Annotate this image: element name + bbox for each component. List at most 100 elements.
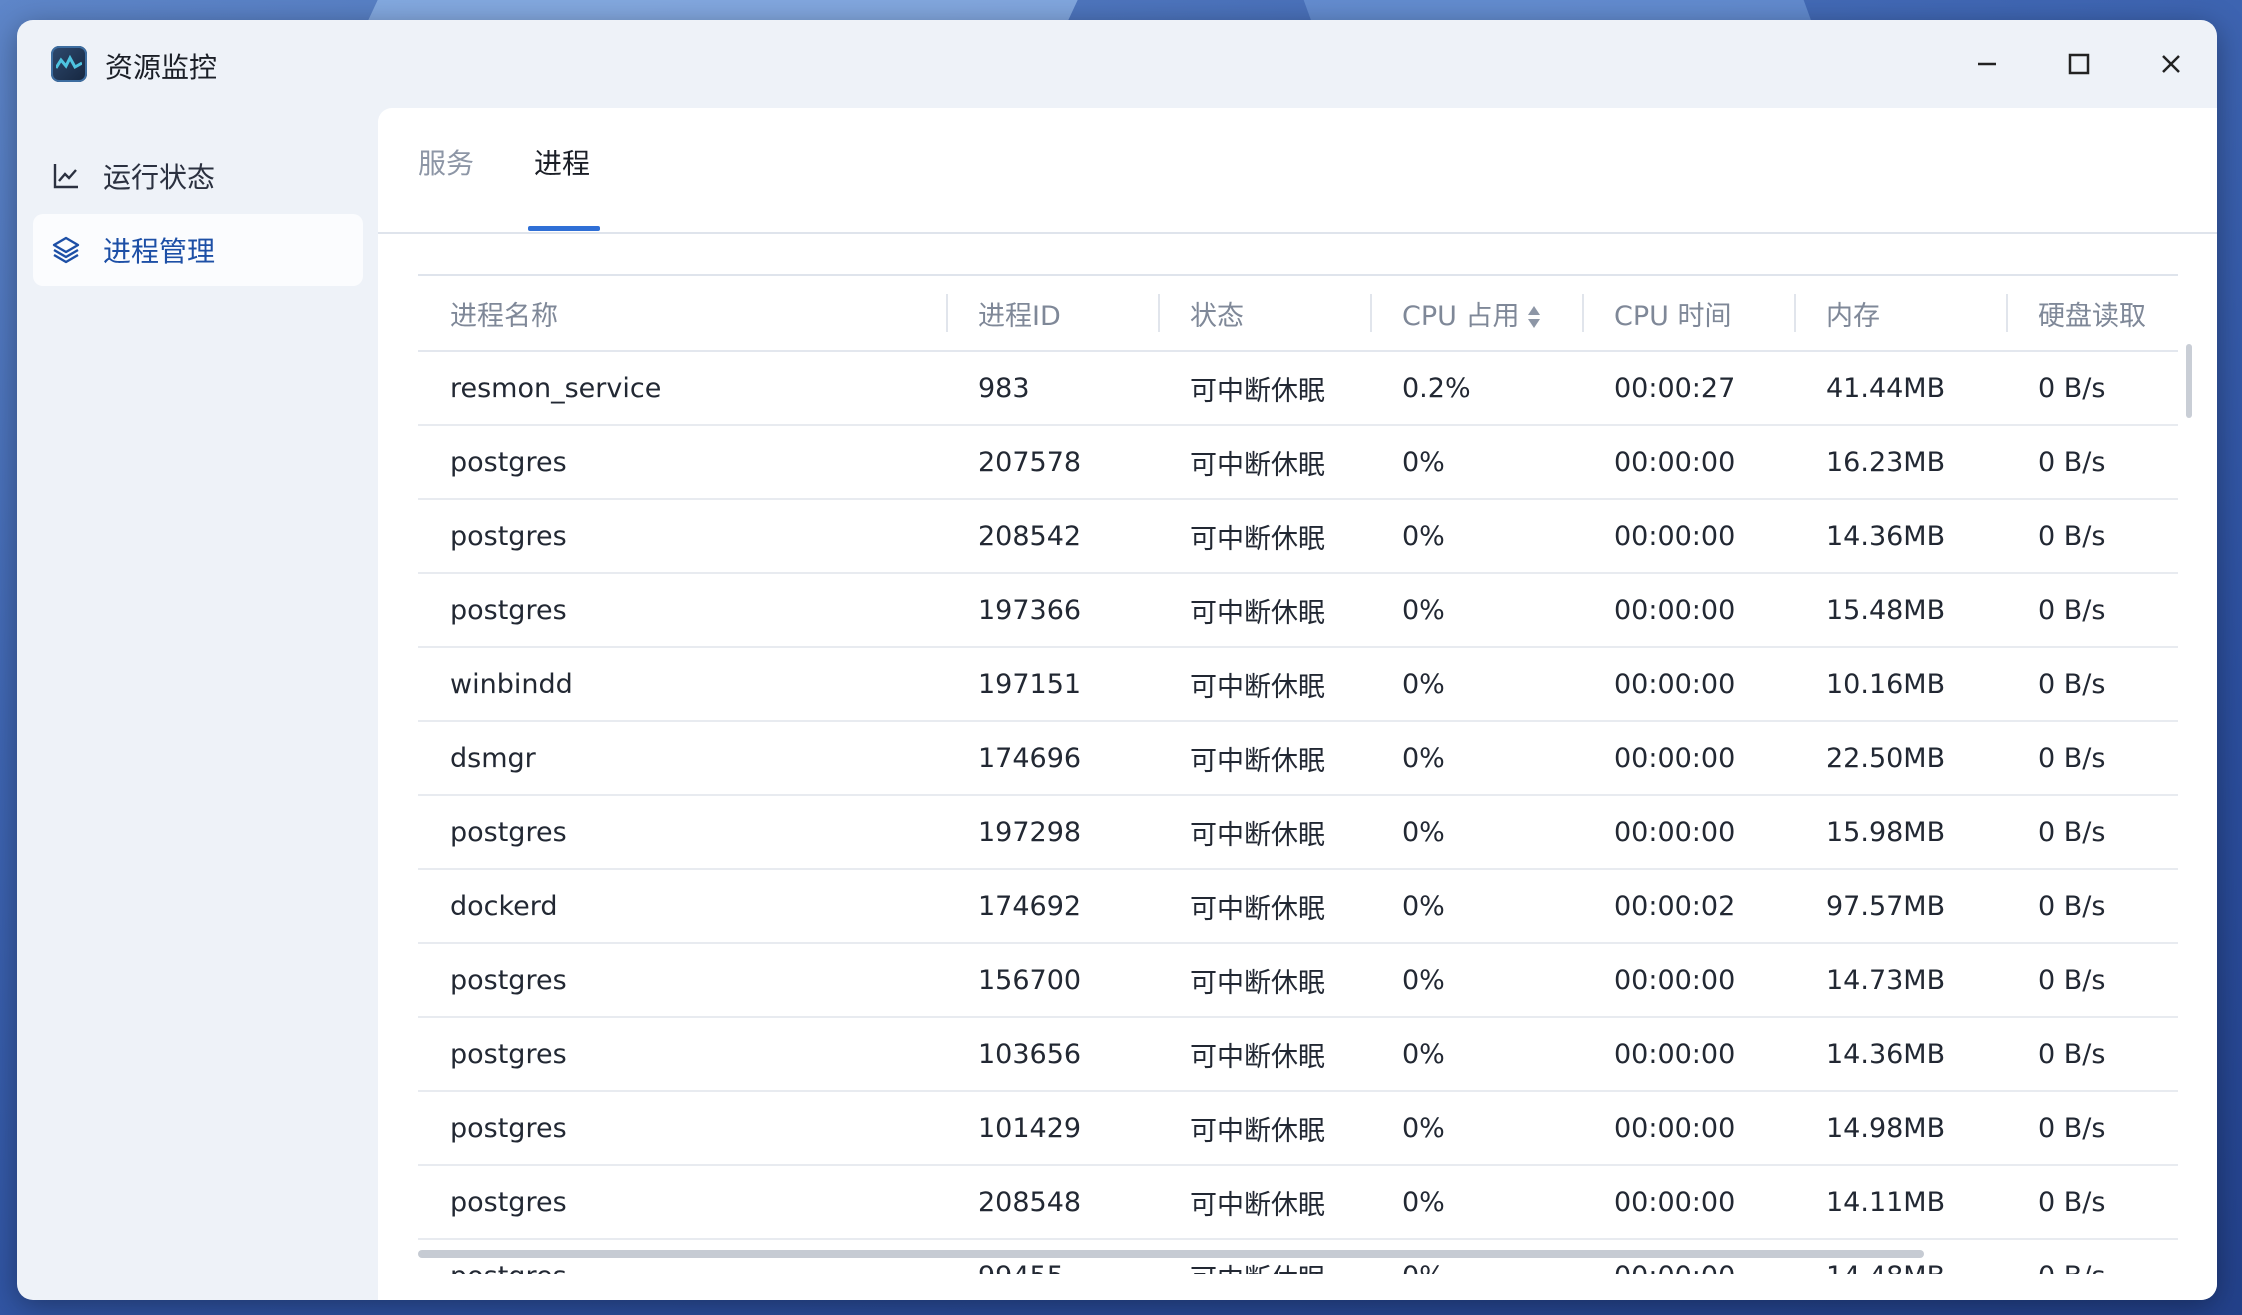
process-name-cell: postgres xyxy=(418,573,948,648)
status-cell: 可中断休眠 xyxy=(1160,499,1372,574)
cpu-time-cell: 00:00:00 xyxy=(1584,425,1796,500)
minimize-icon xyxy=(1978,62,1996,66)
status-cell: 可中断休眠 xyxy=(1160,943,1372,1018)
cpu-usage-cell: 0% xyxy=(1372,721,1584,796)
pid-cell: 197298 xyxy=(948,795,1160,870)
status-cell: 可中断休眠 xyxy=(1160,1165,1372,1240)
column-header-cpu-time[interactable]: CPU 时间 xyxy=(1584,274,1796,352)
pid-cell: 101429 xyxy=(948,1091,1160,1166)
cpu-usage-cell: 0% xyxy=(1372,499,1584,574)
pid-cell: 983 xyxy=(948,351,1160,426)
title-bar[interactable]: 资源监控 xyxy=(17,20,2217,108)
table-row[interactable]: postgres 103656 可中断休眠 0% 00:00:00 14.36MB 0 B/… xyxy=(418,1017,2178,1092)
table-row[interactable]: postgres 208542 可中断休眠 0% 00:00:00 14.36MB 0 B/… xyxy=(418,499,2178,574)
memory-cell: 10.16MB xyxy=(1796,647,2008,722)
status-cell: 可中断休眠 xyxy=(1160,647,1372,722)
cpu-time-cell: 00:00:00 xyxy=(1584,795,1796,870)
minimize-button[interactable] xyxy=(1965,42,2009,86)
process-name-cell: dockerd xyxy=(418,869,948,944)
column-header-cpu-usage[interactable]: CPU 占用 xyxy=(1372,274,1584,352)
table-row[interactable]: postgres 197366 可中断休眠 0% 00:00:00 15.48MB 0 B/… xyxy=(418,573,2178,648)
process-name-cell: resmon_service xyxy=(418,351,948,426)
resource-monitor-window: 资源监控 运行状态 进程管理 服务 进程 进程名称 进程ID 状态 CPU 占用… xyxy=(17,20,2217,1300)
disk-read-cell: 0 B/s xyxy=(2008,573,2178,648)
table-row[interactable]: dsmgr 174696 可中断休眠 0% 00:00:00 22.50MB 0 B/s xyxy=(418,721,2178,796)
column-header-name[interactable]: 进程名称 xyxy=(418,274,948,352)
disk-read-cell: 0 B/s xyxy=(2008,1017,2178,1092)
memory-cell: 16.23MB xyxy=(1796,425,2008,500)
cpu-usage-cell: 0% xyxy=(1372,647,1584,722)
horizontal-scrollbar[interactable] xyxy=(418,1250,1924,1258)
cpu-time-cell: 00:00:00 xyxy=(1584,573,1796,648)
sidebar-item-process-management[interactable]: 进程管理 xyxy=(33,214,363,286)
tab-services[interactable]: 服务 xyxy=(418,142,474,182)
pid-cell: 208548 xyxy=(948,1165,1160,1240)
close-icon xyxy=(2162,55,2180,73)
status-cell: 可中断休眠 xyxy=(1160,1091,1372,1166)
memory-cell: 14.36MB xyxy=(1796,1017,2008,1092)
process-table-container: 进程名称 进程ID 状态 CPU 占用 CPU 时间 内存 硬盘读取 resmo… xyxy=(418,274,2178,1274)
close-button[interactable] xyxy=(2149,42,2193,86)
memory-cell: 22.50MB xyxy=(1796,721,2008,796)
layers-icon xyxy=(51,235,81,265)
status-cell: 可中断休眠 xyxy=(1160,351,1372,426)
pid-cell: 174692 xyxy=(948,869,1160,944)
cpu-time-cell: 00:00:00 xyxy=(1584,1091,1796,1166)
pid-cell: 207578 xyxy=(948,425,1160,500)
disk-read-cell: 0 B/s xyxy=(2008,943,2178,1018)
status-cell: 可中断休眠 xyxy=(1160,573,1372,648)
cpu-time-cell: 00:00:00 xyxy=(1584,499,1796,574)
status-cell: 可中断休眠 xyxy=(1160,721,1372,796)
table-row[interactable]: postgres 101429 可中断休眠 0% 00:00:00 14.98MB 0 B/… xyxy=(418,1091,2178,1166)
sidebar-item-label: 进程管理 xyxy=(103,235,216,268)
memory-cell: 97.57MB xyxy=(1796,869,2008,944)
sidebar-item-status[interactable]: 运行状态 xyxy=(33,140,363,212)
sidebar-item-label: 运行状态 xyxy=(103,161,216,194)
pid-cell: 197151 xyxy=(948,647,1160,722)
table-row[interactable]: postgres 207578 可中断休眠 0% 00:00:00 16.23MB 0 B/… xyxy=(418,425,2178,500)
status-cell: 可中断休眠 xyxy=(1160,869,1372,944)
cpu-usage-cell: 0% xyxy=(1372,573,1584,648)
tab-processes[interactable]: 进程 xyxy=(534,142,590,182)
column-header-pid[interactable]: 进程ID xyxy=(948,274,1160,352)
process-name-cell: postgres xyxy=(418,425,948,500)
table-row[interactable]: winbindd 197151 可中断休眠 0% 00:00:00 10.16MB 0 B/… xyxy=(418,647,2178,722)
table-row[interactable]: resmon_service 983 可中断休眠 0.2% 00:00:27 41.44M… xyxy=(418,351,2178,426)
status-cell: 可中断休眠 xyxy=(1160,425,1372,500)
disk-read-cell: 0 B/s xyxy=(2008,425,2178,500)
cpu-time-cell: 00:00:00 xyxy=(1584,943,1796,1018)
cpu-time-cell: 00:00:00 xyxy=(1584,1017,1796,1092)
active-tab-indicator xyxy=(528,226,600,231)
maximize-button[interactable] xyxy=(2057,42,2101,86)
cpu-usage-cell: 0.2% xyxy=(1372,351,1584,426)
pid-cell: 208542 xyxy=(948,499,1160,574)
disk-read-cell: 0 B/s xyxy=(2008,1091,2178,1166)
process-table: 进程名称 进程ID 状态 CPU 占用 CPU 时间 内存 硬盘读取 resmo… xyxy=(418,274,2178,1274)
app-icon xyxy=(51,46,87,82)
cpu-usage-cell: 0% xyxy=(1372,1017,1584,1092)
process-name-cell: postgres xyxy=(418,499,948,574)
main-panel: 服务 进程 进程名称 进程ID 状态 CPU 占用 CPU 时间 内存 硬盘读取… xyxy=(378,108,2217,1300)
cpu-time-cell: 00:00:02 xyxy=(1584,869,1796,944)
table-row[interactable]: dockerd 174692 可中断休眠 0% 00:00:02 97.57MB 0 B/s xyxy=(418,869,2178,944)
cpu-time-cell: 00:00:00 xyxy=(1584,721,1796,796)
disk-read-cell: 0 B/s xyxy=(2008,795,2178,870)
table-row[interactable]: postgres 208548 可中断休眠 0% 00:00:00 14.11MB 0 B/… xyxy=(418,1165,2178,1240)
table-row[interactable]: postgres 197298 可中断休眠 0% 00:00:00 15.98MB 0 B/… xyxy=(418,795,2178,870)
cpu-usage-cell: 0% xyxy=(1372,1165,1584,1240)
column-header-disk-read[interactable]: 硬盘读取 xyxy=(2008,274,2178,352)
pid-cell: 156700 xyxy=(948,943,1160,1018)
pid-cell: 103656 xyxy=(948,1017,1160,1092)
wallpaper-shape xyxy=(1289,0,1811,20)
tab-bar: 服务 进程 xyxy=(378,108,2217,234)
cpu-usage-cell: 0% xyxy=(1372,795,1584,870)
process-name-cell: winbindd xyxy=(418,647,948,722)
column-header-status[interactable]: 状态 xyxy=(1160,274,1372,352)
table-row[interactable]: postgres 156700 可中断休眠 0% 00:00:00 14.73MB 0 B/… xyxy=(418,943,2178,1018)
process-name-cell: postgres xyxy=(418,1017,948,1092)
vertical-scrollbar[interactable] xyxy=(2186,344,2192,418)
disk-read-cell: 0 B/s xyxy=(2008,1239,2178,1274)
column-header-memory[interactable]: 内存 xyxy=(1796,274,2008,352)
disk-read-cell: 0 B/s xyxy=(2008,351,2178,426)
cpu-time-cell: 00:00:27 xyxy=(1584,351,1796,426)
